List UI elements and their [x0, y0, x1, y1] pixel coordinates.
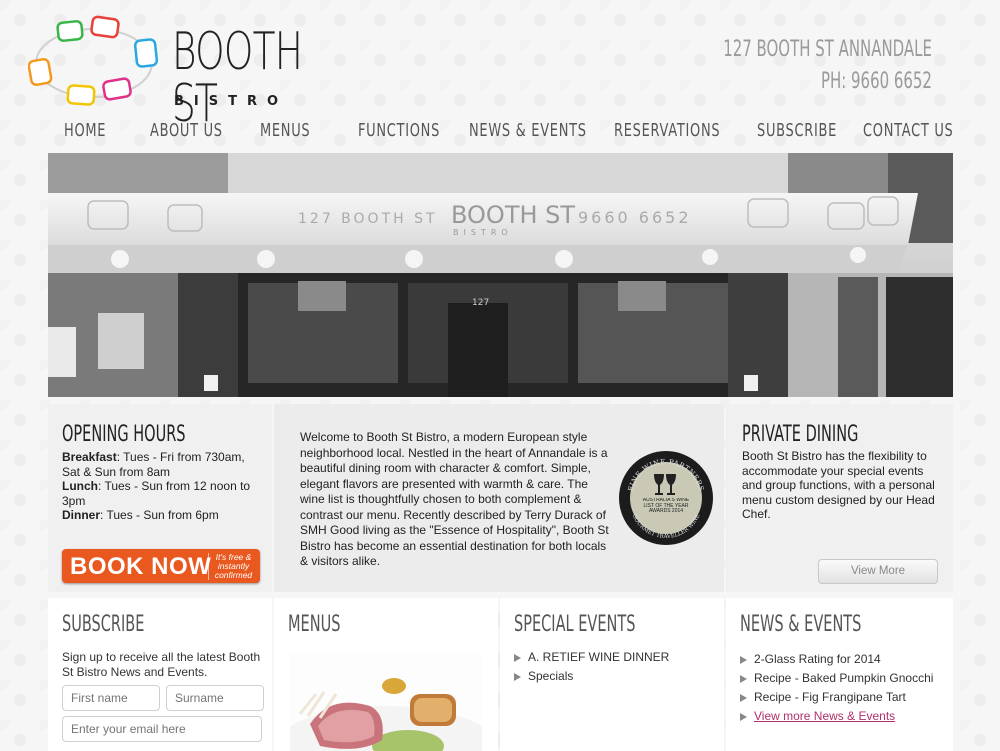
welcome-text: Welcome to Booth St Bistro, a modern Eur…	[300, 430, 609, 568]
book-now-button[interactable]: BOOK NOW It's free & instantly confirmed	[62, 549, 260, 583]
contact-info: 127 BOOTH ST ANNANDALE PH: 9660 6652	[723, 34, 932, 98]
hours-row-dinner: Dinner: Tues - Sun from 6pm	[62, 508, 262, 523]
awning-address: 127 BOOTH ST	[298, 211, 438, 227]
special-events-heading: SPECIAL EVENTS	[514, 612, 636, 637]
nav-news-events[interactable]: NEWS & EVENTS	[469, 120, 587, 141]
private-dining-text: Booth St Bistro has the flexibility to a…	[742, 449, 935, 521]
logo-subtitle: BISTRO	[174, 94, 289, 109]
hours-row-breakfast: Breakfast: Tues - Fri from 730am, Sat & …	[62, 450, 262, 479]
opening-hours-list: Breakfast: Tues - Fri from 730am, Sat & …	[62, 450, 262, 523]
dish-image	[290, 678, 482, 751]
opening-hours-panel: OPENING HOURS Breakfast: Tues - Fri from…	[48, 404, 272, 592]
badge-award-text: AUSTRALIA'S WINE LIST OF THE YEAR AWARDS…	[642, 498, 690, 514]
hours-row-lunch: Lunch: Tues - Sun from 12 noon to 3pm	[62, 479, 262, 508]
hours-text: : Tues - Sun from 6pm	[100, 508, 219, 522]
subscribe-text: Sign up to receive all the latest Booth …	[62, 650, 261, 679]
storefront-illustration: 127 BOOTH ST BOOTH ST BISTRO 9660 6652 1…	[48, 153, 953, 397]
menus-heading: MENUS	[288, 612, 341, 637]
welcome-panel: Welcome to Booth St Bistro, a modern Eur…	[274, 404, 724, 592]
hours-label: Dinner	[62, 508, 101, 522]
site-logo[interactable]: BOOTH ST BISTRO	[28, 14, 308, 130]
nav-reservations[interactable]: RESERVATIONS	[614, 120, 720, 141]
view-more-news-link[interactable]: View more News & Events	[754, 709, 895, 723]
menus-panel: MENUS	[274, 598, 498, 751]
hours-label: Lunch	[62, 479, 98, 493]
news-events-list: 2-Glass Rating for 2014 Recipe - Baked P…	[740, 650, 933, 726]
book-now-label: BOOK NOW	[70, 553, 212, 580]
special-events-panel: SPECIAL EVENTS A. RETIEF WINE DINNER Spe…	[500, 598, 724, 751]
nav-functions[interactable]: FUNCTIONS	[358, 120, 440, 141]
email-field[interactable]	[62, 716, 262, 742]
news-item[interactable]: 2-Glass Rating for 2014	[740, 650, 933, 669]
subscribe-panel: SUBSCRIBE Sign up to receive all the lat…	[48, 598, 272, 751]
door-number: 127	[472, 298, 489, 308]
menu-dish-photo[interactable]	[290, 654, 482, 751]
opening-hours-heading: OPENING HOURS	[62, 422, 186, 447]
news-item[interactable]: Recipe - Baked Pumpkin Gnocchi	[740, 669, 933, 688]
address-text: 127 BOOTH ST ANNANDALE	[723, 37, 932, 62]
book-now-note: It's free & instantly confirmed	[208, 553, 256, 580]
news-item[interactable]: Recipe - Fig Frangipane Tart	[740, 688, 933, 707]
private-dining-heading: PRIVATE DINING	[742, 422, 859, 447]
first-name-field[interactable]	[62, 685, 160, 711]
news-events-panel: NEWS & EVENTS 2-Glass Rating for 2014 Re…	[726, 598, 953, 751]
special-events-list: A. RETIEF WINE DINNER Specials	[514, 648, 669, 686]
nav-home[interactable]: HOME	[64, 120, 106, 141]
awning-logo: BOOTH ST	[451, 201, 575, 229]
special-event-item[interactable]: A. RETIEF WINE DINNER	[514, 648, 669, 667]
awning-logo-sub: BISTRO	[453, 228, 513, 237]
news-more-item: View more News & Events	[740, 707, 933, 726]
special-event-item[interactable]: Specials	[514, 667, 669, 686]
nav-contact-us[interactable]: CONTACT US	[863, 120, 953, 141]
private-dining-panel: PRIVATE DINING Booth St Bistro has the f…	[726, 404, 953, 592]
logo-rings-icon	[28, 15, 159, 106]
hours-label: Breakfast	[62, 450, 117, 464]
hero-storefront-photo: 127 BOOTH ST BOOTH ST BISTRO 9660 6652 1…	[48, 153, 953, 397]
nav-about-us[interactable]: ABOUT US	[150, 120, 223, 141]
nav-menus[interactable]: MENUS	[260, 120, 310, 141]
news-events-heading: NEWS & EVENTS	[740, 612, 862, 637]
phone-text[interactable]: PH: 9660 6652	[723, 66, 932, 98]
logo-title: BOOTH ST	[172, 22, 303, 134]
wine-award-badge: FINE WINE PARTNERS GOURMET TRAVELLER WIN…	[619, 451, 713, 545]
awning-phone: 9660 6652	[578, 208, 692, 227]
main-nav: HOME ABOUT US MENUS FUNCTIONS NEWS & EVE…	[48, 120, 953, 148]
surname-field[interactable]	[166, 685, 264, 711]
view-more-button[interactable]: View More	[818, 559, 938, 584]
page: BOOTH ST BISTRO 127 BOOTH ST ANNANDALE P…	[0, 0, 1000, 751]
subscribe-heading: SUBSCRIBE	[62, 612, 145, 637]
nav-subscribe[interactable]: SUBSCRIBE	[757, 120, 837, 141]
